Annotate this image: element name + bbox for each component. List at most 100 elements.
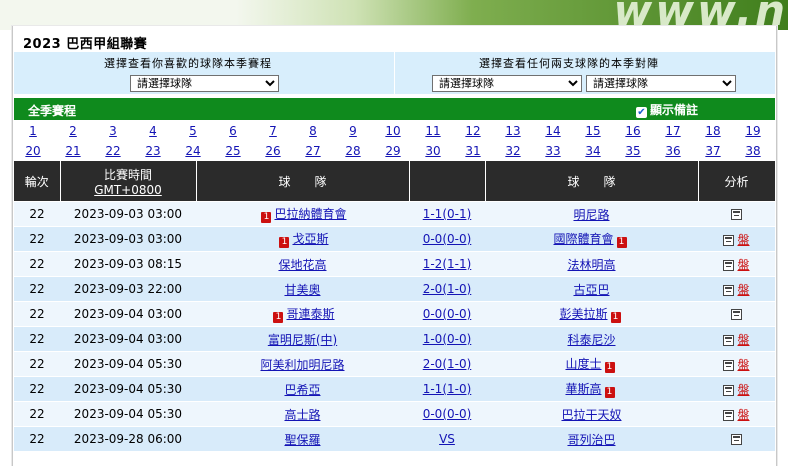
round-link[interactable]: 34	[573, 144, 613, 158]
home-team-link[interactable]: 聖保羅	[284, 433, 320, 447]
checkbox-checked-icon[interactable]: ✔	[636, 107, 647, 118]
score-link[interactable]: 2-0(1-0)	[423, 357, 472, 371]
season-bar: 全季賽程 ✔ 顯示備註	[14, 98, 775, 120]
round-link[interactable]: 2	[53, 124, 93, 138]
round-link[interactable]: 10	[373, 124, 413, 138]
round-link[interactable]: 20	[13, 144, 53, 158]
analysis-icon[interactable]	[723, 259, 735, 271]
analysis-icon[interactable]	[731, 434, 742, 445]
match-time: 2023-09-04 05:30	[60, 351, 196, 377]
table-header-row: 輪次 比賽時間 GMT+0800 球 隊 球 隊 分析	[14, 161, 776, 202]
round-link[interactable]: 32	[493, 144, 533, 158]
round-link[interactable]: 1	[13, 124, 53, 138]
round-link[interactable]: 14	[533, 124, 573, 138]
score-link[interactable]: 2-0(1-0)	[423, 282, 472, 296]
round-link[interactable]: 16	[613, 124, 653, 138]
away-team-link[interactable]: 法林明高	[567, 258, 615, 272]
score-link[interactable]: 0-0(0-0)	[423, 407, 472, 421]
analysis-icon[interactable]	[723, 334, 735, 346]
round-link[interactable]: 28	[333, 144, 373, 158]
analysis-icon[interactable]	[723, 359, 735, 371]
away-team-link[interactable]: 華斯高	[565, 382, 601, 396]
score-link[interactable]: 1-1(0-1)	[423, 207, 472, 221]
round-link[interactable]: 3	[93, 124, 133, 138]
score-link[interactable]: VS	[439, 432, 455, 446]
odds-link[interactable]: 盤	[737, 233, 749, 247]
round-link[interactable]: 23	[133, 144, 173, 158]
home-team-link[interactable]: 富明尼斯(中)	[268, 333, 337, 347]
score-link[interactable]: 1-1(1-0)	[423, 382, 472, 396]
round-link[interactable]: 13	[493, 124, 533, 138]
team-schedule-select[interactable]: 請選擇球隊	[130, 75, 279, 92]
odds-link[interactable]: 盤	[737, 283, 749, 297]
round-link[interactable]: 27	[293, 144, 333, 158]
round-link[interactable]: 9	[333, 124, 373, 138]
round-link[interactable]: 35	[613, 144, 653, 158]
odds-link[interactable]: 盤	[737, 383, 749, 397]
away-team-link[interactable]: 古亞巴	[573, 283, 609, 297]
round-link[interactable]: 4	[133, 124, 173, 138]
home-team-link[interactable]: 戈亞斯	[292, 232, 328, 246]
round-link[interactable]: 33	[533, 144, 573, 158]
away-team-link[interactable]: 彭美拉斯	[559, 307, 607, 321]
round-link[interactable]: 25	[213, 144, 253, 158]
show-notes-toggle[interactable]: ✔ 顯示備註	[636, 101, 698, 118]
round-link[interactable]: 38	[733, 144, 773, 158]
analysis-icon[interactable]	[723, 409, 735, 421]
red-card-icon: 1	[273, 312, 284, 323]
round-link[interactable]: 15	[573, 124, 613, 138]
home-team-link[interactable]: 巴希亞	[284, 383, 320, 397]
score-link[interactable]: 1-0(0-0)	[423, 332, 472, 346]
home-team-link[interactable]: 阿美利加明尼路	[260, 358, 344, 372]
round-link[interactable]: 24	[173, 144, 213, 158]
round-link[interactable]: 26	[253, 144, 293, 158]
round-link[interactable]: 30	[413, 144, 453, 158]
round-link[interactable]: 7	[253, 124, 293, 138]
analysis-icon[interactable]	[731, 209, 742, 220]
timezone-link[interactable]: GMT+0800	[61, 183, 196, 197]
round-link[interactable]: 18	[693, 124, 733, 138]
match-time: 2023-09-04 05:30	[60, 376, 196, 402]
analysis-icon[interactable]	[731, 309, 742, 320]
round-link[interactable]: 17	[653, 124, 693, 138]
home-team-link[interactable]: 巴拉納體育會	[274, 207, 346, 221]
away-team-link[interactable]: 哥列治巴	[567, 433, 615, 447]
home-team-link[interactable]: 哥連泰斯	[286, 307, 334, 321]
analysis-icon[interactable]	[723, 234, 735, 246]
score-link[interactable]: 1-2(1-1)	[423, 257, 472, 271]
score-link[interactable]: 0-0(0-0)	[423, 307, 472, 321]
team-b-select[interactable]: 請選擇球隊	[586, 75, 736, 92]
analysis-icon[interactable]	[723, 284, 735, 296]
round-link[interactable]: 12	[453, 124, 493, 138]
round-link[interactable]: 5	[173, 124, 213, 138]
round-link[interactable]: 37	[693, 144, 733, 158]
away-team-link[interactable]: 國際體育會	[553, 232, 613, 246]
odds-link[interactable]: 盤	[737, 358, 749, 372]
away-team-link[interactable]: 科泰尼沙	[567, 333, 615, 347]
analysis-cell: 盤	[698, 376, 775, 402]
home-team-link[interactable]: 保地花高	[278, 258, 326, 272]
round-link[interactable]: 8	[293, 124, 333, 138]
odds-link[interactable]: 盤	[737, 258, 749, 272]
round-link[interactable]: 22	[93, 144, 133, 158]
odds-link[interactable]: 盤	[737, 333, 749, 347]
away-team-link[interactable]: 巴拉干天奴	[561, 408, 621, 422]
round-link[interactable]: 11	[413, 124, 453, 138]
round-link[interactable]: 21	[53, 144, 93, 158]
round-link[interactable]: 19	[733, 124, 773, 138]
round-link[interactable]: 31	[453, 144, 493, 158]
round-cell: 22	[14, 301, 60, 327]
round-link[interactable]: 29	[373, 144, 413, 158]
score-link[interactable]: 0-0(0-0)	[423, 232, 472, 246]
odds-link[interactable]: 盤	[737, 408, 749, 422]
home-team-link[interactable]: 高士路	[284, 408, 320, 422]
round-link[interactable]: 36	[653, 144, 693, 158]
home-team-link[interactable]: 甘美奧	[284, 283, 320, 297]
table-row: 22 2023-09-04 03:00 富明尼斯(中) 1-0(0-0) 科泰尼沙 盤	[14, 326, 775, 352]
analysis-icon[interactable]	[723, 384, 735, 396]
round-link[interactable]: 6	[213, 124, 253, 138]
round-cell: 22	[14, 426, 60, 451]
away-team-link[interactable]: 明尼路	[573, 208, 609, 222]
away-team-link[interactable]: 山度士	[565, 357, 601, 371]
team-a-select[interactable]: 請選擇球隊	[432, 75, 582, 92]
